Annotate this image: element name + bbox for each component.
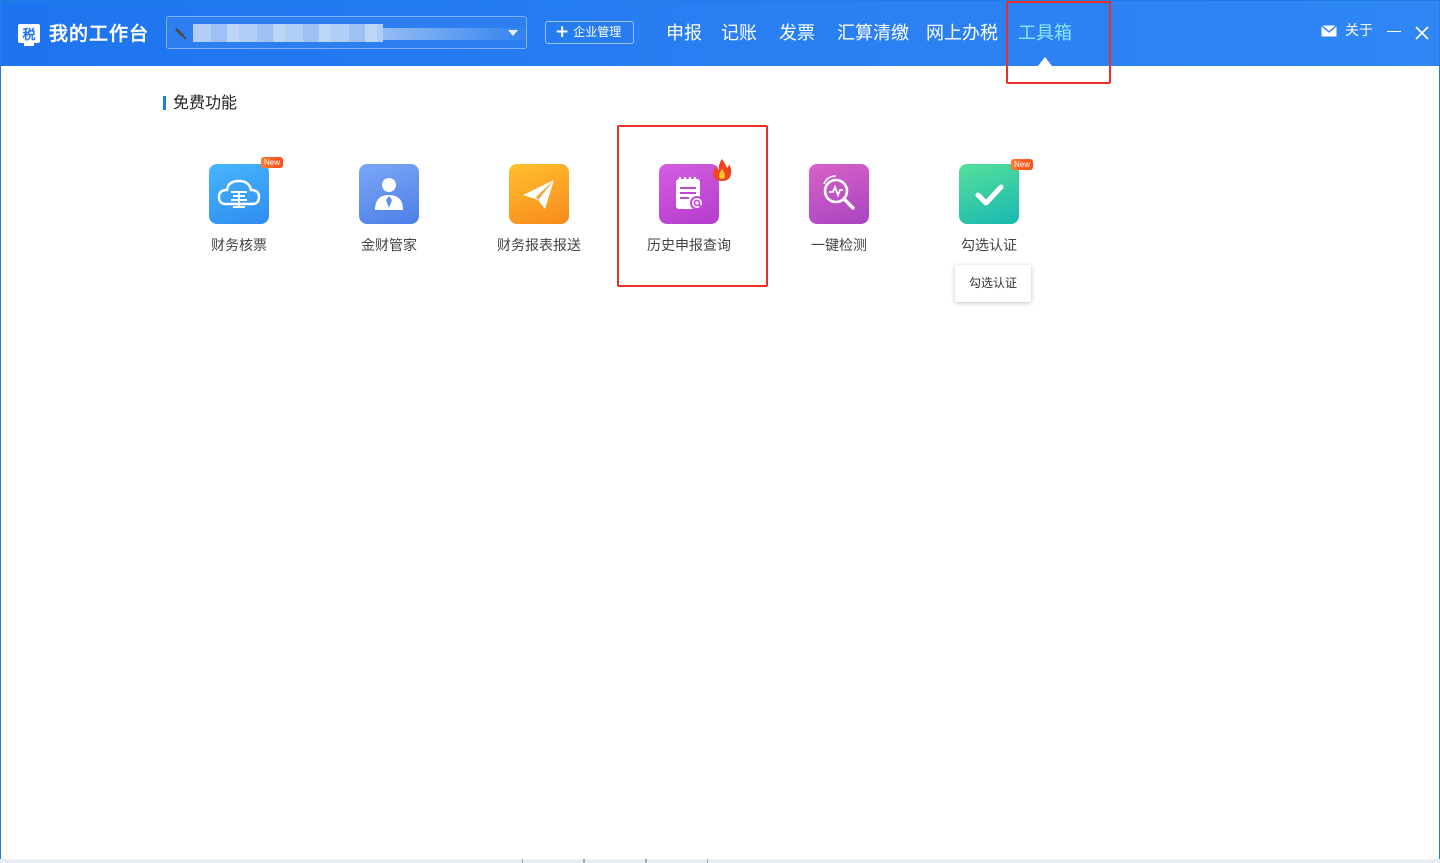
nav-item-bookkeeping[interactable]: 记账 (721, 21, 757, 47)
tool-label: 财务核票 (211, 238, 267, 254)
minimize-icon[interactable] (1387, 31, 1401, 32)
pin-icon (175, 28, 187, 40)
taskbar-strip (0, 859, 1440, 863)
taskbar-tab[interactable] (522, 859, 584, 863)
nav-item-online-tax[interactable]: 网上办税 (926, 21, 998, 47)
nav-item-declare[interactable]: 申报 (666, 21, 702, 47)
company-name-redacted (193, 24, 383, 42)
new-badge: New (261, 157, 283, 168)
steward-person-icon (359, 164, 419, 224)
mail-icon[interactable] (1321, 25, 1337, 37)
enterprise-manage-button[interactable]: + 企业管理 (545, 21, 634, 44)
nav-item-invoice[interactable]: 发票 (779, 21, 815, 47)
svg-text:税: 税 (22, 27, 35, 43)
section-title: 免费功能 (173, 93, 238, 112)
tooltip: 勾选认证 (955, 265, 1031, 302)
top-bar: 税 我的工作台 + 企业管理 申报 记账 发票 汇算清缴 网上办税 工具箱 关于 (1, 1, 1439, 66)
main-window: 税 我的工作台 + 企业管理 申报 记账 发票 汇算清缴 网上办税 工具箱 关于… (0, 0, 1440, 863)
close-icon[interactable] (1415, 26, 1429, 40)
taskbar-tab[interactable] (584, 859, 646, 863)
history-query-highlight (617, 125, 768, 287)
tool-label: 勾选认证 (961, 238, 1017, 254)
tax-logo-icon: 税 (18, 24, 40, 46)
tool-invoice-check[interactable]: New 财务核票 (164, 157, 314, 264)
tool-jincai-steward[interactable]: 金财管家 (314, 164, 464, 264)
tool-one-click-detect[interactable]: 一键检测 (764, 164, 914, 264)
nav-item-settlement[interactable]: 汇算清缴 (837, 21, 909, 47)
about-link[interactable]: 关于 (1345, 21, 1373, 41)
plus-icon: + (555, 22, 570, 42)
detect-magnifier-icon (809, 164, 869, 224)
company-select[interactable] (166, 16, 533, 49)
invoice-cloud-icon (209, 164, 269, 224)
new-badge: New (1011, 159, 1033, 170)
tool-label: 金财管家 (361, 238, 417, 254)
toolbox-tab-highlight (1006, 1, 1111, 84)
tool-report-submit[interactable]: 财务报表报送 (464, 164, 614, 264)
tool-check-certify[interactable]: New 勾选认证 (914, 159, 1064, 264)
app-title: 我的工作台 (49, 23, 150, 45)
section-accent-bar (163, 96, 166, 110)
enterprise-manage-label: 企业管理 (573, 25, 622, 39)
taskbar-tab[interactable] (646, 859, 708, 863)
paper-plane-icon (509, 164, 569, 224)
tool-label: 一键检测 (811, 238, 867, 254)
chevron-down-icon[interactable] (508, 30, 518, 36)
tool-label: 财务报表报送 (497, 238, 581, 254)
check-icon (959, 164, 1019, 224)
